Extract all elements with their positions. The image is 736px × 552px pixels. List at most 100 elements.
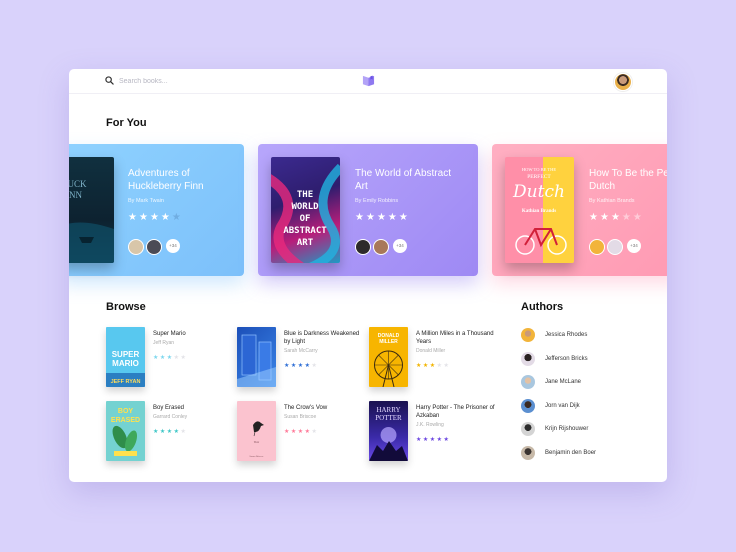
book-cover[interactable]: HARRY POTTER [369,401,408,461]
star-icon: ★ [387,212,399,223]
user-avatar[interactable] [614,73,632,91]
huck-finn-cover-art: HUCK FINN [69,179,114,263]
featured-card-huckleberry-finn[interactable]: HUCK FINN Adventures of Huckleberry Finn… [69,144,244,276]
browse-book-million-miles[interactable]: DONALD MILLER A Million Miles in a Thous… [369,327,499,387]
book-cover[interactable] [237,327,276,387]
book-title[interactable]: Harry Potter - The Prisoner of Azkaban [416,404,496,420]
book-author: Sarah McCarry [284,348,318,354]
svg-text:WORLD: WORLD [291,202,319,212]
svg-text:Vow: Vow [254,440,260,444]
author-avatar[interactable] [521,422,535,436]
more-readers-badge[interactable]: +34 [166,239,180,253]
reader-avatar[interactable] [589,239,605,255]
rating-stars: ★★★★★ [355,212,410,223]
card-author: By Emily Robbins [355,198,399,204]
browse-book-harry-potter[interactable]: HARRY POTTER Harry Potter - The Prisoner… [369,401,499,461]
crows-vow-cover-art: Vow Susan Briscoe [249,421,265,458]
book-cover[interactable]: BOY ERASED [106,401,145,461]
rating-stars: ★★★★★ [128,212,183,223]
svg-text:FINN: FINN [69,190,83,200]
reader-avatar[interactable] [146,239,162,255]
book-title[interactable]: Blue is Darkness Weakened by Light [284,330,364,346]
author-name[interactable]: Jane McLane [545,379,581,385]
svg-text:JEFF RYAN: JEFF RYAN [111,379,141,385]
rating-stars: ★★★★★ [284,363,319,369]
book-author: Garrard Conley [153,414,188,420]
book-cover[interactable]: HOW TO BE THE PERFECT Dutch Kathian Bran… [505,157,574,263]
book-logo-icon[interactable] [362,74,375,87]
book-title[interactable]: The Crow's Vow [284,404,364,412]
reader-avatar[interactable] [607,239,623,255]
app-window: For You HUCK FINN Adventures of Hucklebe… [69,69,667,482]
book-title[interactable]: Super Mario [153,330,233,338]
book-cover[interactable]: SUPER MARIO JEFF RYAN [106,327,145,387]
svg-text:Susan Briscoe: Susan Briscoe [249,455,264,458]
author-benjamin-den-boer[interactable]: Benjamin den Boer [521,446,641,462]
star-icon: ★ [149,212,161,223]
card-author: By Mark Twain [128,198,164,204]
svg-text:BOY: BOY [118,408,134,415]
browse-book-blue-is-darkness[interactable]: Blue is Darkness Weakened by Light Sarah… [237,327,367,387]
author-avatar[interactable] [521,328,535,342]
reader-avatar[interactable] [373,239,389,255]
star-icon: ★ [610,212,622,223]
star-icon: ★ [621,212,633,223]
rating-stars: ★★★★★ [153,355,188,361]
perfect-dutch-cover-art: HOW TO BE THE PERFECT Dutch Kathian Bran… [512,167,567,255]
featured-card-perfect-dutch[interactable]: HOW TO BE THE PERFECT Dutch Kathian Bran… [492,144,667,276]
svg-text:OF: OF [300,214,311,224]
author-name[interactable]: Benjamin den Boer [545,450,596,456]
featured-card-abstract-art[interactable]: THE WORLD OF ABSTRACT ART The World of A… [258,144,478,276]
super-mario-cover-art: SUPER MARIO JEFF RYAN [106,350,145,387]
author-avatar[interactable] [521,446,535,460]
search-input[interactable] [119,75,269,87]
book-cover[interactable]: DONALD MILLER [369,327,408,387]
book-author: Jeff Ryan [153,340,175,346]
author-name[interactable]: Jorn van Dijk [545,403,580,409]
browse-book-super-mario[interactable]: SUPER MARIO JEFF RYAN Super Mario Jeff R… [106,327,236,387]
author-jane-mclane[interactable]: Jane McLane [521,375,641,391]
author-avatar[interactable] [521,375,535,389]
more-readers-badge[interactable]: +34 [627,239,641,253]
book-cover[interactable]: Vow Susan Briscoe [237,401,276,461]
author-avatar[interactable] [521,352,535,366]
card-title[interactable]: How To Be the Perfect Dutch [589,167,667,193]
author-name[interactable]: Jefferson Bricks [545,356,588,362]
browse-book-crows-vow[interactable]: Vow Susan Briscoe The Crow's Vow Susan B… [237,401,367,461]
author-avatar[interactable] [521,399,535,413]
reader-avatar[interactable] [355,239,371,255]
boy-erased-cover-art: BOY ERASED [111,408,140,456]
book-cover[interactable]: HUCK FINN [69,157,114,263]
author-jessica-rhodes[interactable]: Jessica Rhodes [521,328,641,344]
card-title[interactable]: Adventures of Huckleberry Finn [128,167,238,193]
book-cover[interactable]: THE WORLD OF ABSTRACT ART [271,157,340,263]
card-author: By Kathian Brands [589,198,635,204]
svg-text:ART: ART [297,238,314,248]
star-icon: ★ [355,212,366,223]
author-name[interactable]: Jessica Rhodes [545,332,587,338]
more-readers-badge[interactable]: +34 [393,239,407,253]
million-miles-cover-art: DONALD MILLER [374,333,403,387]
svg-text:SUPER: SUPER [112,350,140,359]
svg-text:MILLER: MILLER [379,339,398,345]
top-bar [69,69,667,94]
book-author: Donald Miller [416,348,446,354]
svg-text:HARRY: HARRY [376,406,400,414]
author-krijn-rijshouwer[interactable]: Krijn Rijshouwer [521,422,641,438]
star-icon: ★ [160,212,172,223]
svg-text:MARIO: MARIO [112,359,139,368]
book-author: J.K. Rowling [416,422,444,428]
star-icon: ★ [376,212,388,223]
search-icon [105,76,114,85]
book-title[interactable]: Boy Erased [153,404,233,412]
browse-book-boy-erased[interactable]: BOY ERASED Boy Erased Garrard Conley ★★★… [106,401,236,461]
author-jefferson-bricks[interactable]: Jefferson Bricks [521,352,641,368]
reader-avatar[interactable] [128,239,144,255]
card-title[interactable]: The World of Abstract Art [355,167,465,193]
star-icon: ★ [365,212,377,223]
svg-text:PERFECT: PERFECT [527,174,551,180]
author-jorn-van-dijk[interactable]: Jorn van Dijk [521,399,641,415]
author-name[interactable]: Krijn Rijshouwer [545,426,588,432]
for-you-heading: For You [106,117,147,129]
book-title[interactable]: A Million Miles in a Thousand Years [416,330,496,346]
